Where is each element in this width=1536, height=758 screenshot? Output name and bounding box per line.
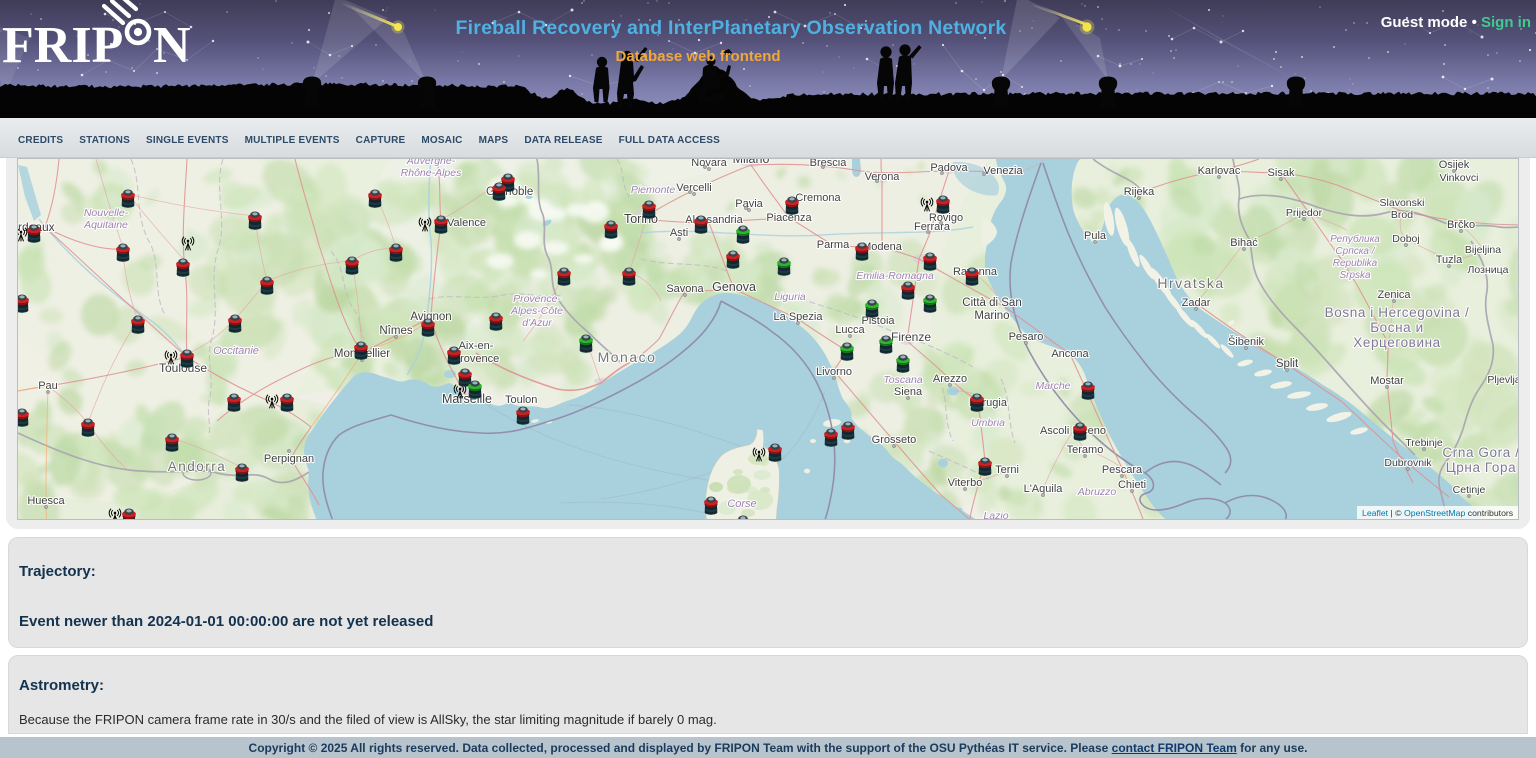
svg-text:Херцеговина: Херцеговина — [1353, 335, 1441, 350]
svg-text:Auvergne-: Auvergne- — [406, 159, 456, 167]
svg-text:Aix-en-: Aix-en- — [459, 340, 494, 352]
svg-text:Andorra: Andorra — [168, 459, 227, 474]
svg-text:Hrvatska: Hrvatska — [1157, 275, 1224, 291]
svg-text:Srpska: Srpska — [1339, 270, 1371, 281]
svg-text:Città di San: Città di San — [962, 297, 1021, 309]
svg-text:Marche: Marche — [1035, 380, 1070, 392]
svg-text:Aquitaine: Aquitaine — [83, 219, 128, 231]
svg-text:Verona: Verona — [865, 171, 901, 183]
svg-text:Tuzla: Tuzla — [1436, 254, 1463, 266]
svg-text:Piemonte: Piemonte — [631, 184, 676, 196]
svg-text:Firenze: Firenze — [891, 330, 931, 344]
svg-text:Marseille: Marseille — [442, 392, 492, 406]
svg-text:Bijeljina: Bijeljina — [1465, 244, 1501, 256]
svg-text:Pescara: Pescara — [1102, 464, 1143, 476]
svg-text:Leaflet | © OpenStreetMap cont: Leaflet | © OpenStreetMap contributors — [1362, 508, 1514, 518]
svg-text:Genova: Genova — [712, 280, 756, 294]
svg-text:Република: Република — [1330, 233, 1380, 245]
svg-text:Rhône-Alpes: Rhône-Alpes — [401, 167, 462, 179]
svg-text:Rijeka: Rijeka — [1124, 186, 1155, 198]
svg-text:Marino: Marino — [974, 310, 1009, 322]
svg-text:L'Aquila: L'Aquila — [1024, 483, 1064, 495]
svg-text:Ascoli Piceno: Ascoli Piceno — [1040, 425, 1106, 437]
svg-text:Ancona: Ancona — [1051, 348, 1089, 360]
svg-text:Republika: Republika — [1333, 258, 1378, 269]
svg-text:Toulon: Toulon — [505, 394, 537, 406]
svg-text:Српска /: Српска / — [1335, 246, 1375, 257]
svg-text:Huesca: Huesca — [27, 495, 65, 507]
svg-text:Emilia-Romagna: Emilia-Romagna — [856, 270, 934, 282]
svg-text:Pavia: Pavia — [735, 198, 763, 210]
svg-text:Cremona: Cremona — [795, 192, 841, 204]
svg-text:Padova: Padova — [930, 162, 968, 174]
svg-text:d'Azur: d'Azur — [522, 317, 552, 329]
svg-text:Parma: Parma — [817, 239, 850, 251]
svg-text:Vinkovci: Vinkovci — [1440, 172, 1479, 184]
svg-text:Perpignan: Perpignan — [264, 453, 314, 465]
svg-text:Abruzzo: Abruzzo — [1077, 486, 1117, 498]
svg-text:Ferrara: Ferrara — [914, 221, 951, 233]
svg-text:Corse: Corse — [727, 498, 756, 510]
svg-text:Lazio: Lazio — [983, 510, 1008, 520]
svg-text:Valence: Valence — [447, 217, 486, 229]
svg-text:Siena: Siena — [894, 386, 923, 398]
svg-text:Monaco: Monaco — [598, 349, 657, 365]
svg-text:Bosna i Hercegovina /: Bosna i Hercegovina / — [1325, 305, 1470, 320]
svg-text:Pljevlja: Pljevlja — [1487, 374, 1519, 386]
svg-text:Alessandria: Alessandria — [685, 214, 743, 226]
svg-text:Occitanie: Occitanie — [213, 345, 259, 357]
svg-text:Savona: Savona — [666, 283, 704, 295]
svg-text:Milano: Milano — [733, 159, 770, 166]
svg-text:Umbria: Umbria — [971, 417, 1005, 429]
svg-text:Brescia: Brescia — [810, 159, 848, 169]
svg-text:Provence-: Provence- — [513, 293, 561, 305]
svg-text:Pistoia: Pistoia — [861, 315, 895, 327]
svg-text:Лозница: Лозница — [1468, 264, 1509, 276]
svg-text:Црна Гора: Црна Гора — [1446, 460, 1517, 475]
svg-text:Pula: Pula — [1084, 230, 1107, 242]
svg-text:Venezia: Venezia — [983, 165, 1023, 177]
svg-text:Slavonski: Slavonski — [1380, 197, 1425, 209]
svg-text:Toscana: Toscana — [883, 374, 922, 386]
svg-text:Alpes-Côte: Alpes-Côte — [510, 305, 563, 317]
svg-text:Šibenik: Šibenik — [1228, 335, 1265, 348]
svg-text:Nouvelle-: Nouvelle- — [84, 207, 129, 219]
svg-text:Босна и: Босна и — [1370, 320, 1424, 335]
svg-text:Zenica: Zenica — [1377, 289, 1411, 301]
svg-text:Crna Gora /: Crna Gora / — [1442, 445, 1519, 460]
svg-text:Brod: Brod — [1391, 209, 1413, 221]
svg-text:Liguria: Liguria — [774, 291, 806, 303]
svg-text:La Spezia: La Spezia — [774, 311, 824, 323]
